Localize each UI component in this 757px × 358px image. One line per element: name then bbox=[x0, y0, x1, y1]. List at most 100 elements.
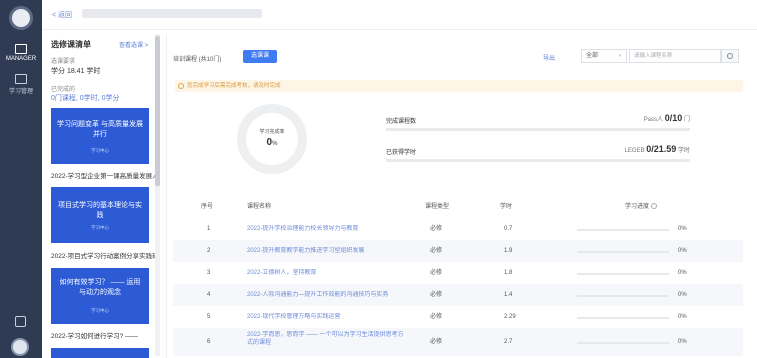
row-type: 必修 bbox=[430, 248, 443, 254]
course-card-sub: 学习中心 bbox=[91, 308, 109, 313]
course-card[interactable]: 项目式学习的基本理论与实践 学习中心 bbox=[51, 187, 149, 243]
course-count: 培训课程 (共10门) bbox=[173, 57, 222, 63]
back-link[interactable]: < 返回 bbox=[52, 10, 72, 20]
course-name-link[interactable]: 2022-人际沟通能力—提升工作效能的沟通技巧与实务 bbox=[247, 291, 407, 299]
nav-item-label: MANAGER bbox=[5, 56, 37, 62]
course-panel-title: 选修课清单 bbox=[51, 40, 91, 49]
row-type: 必修 bbox=[430, 314, 443, 320]
scrollbar-thumb[interactable] bbox=[155, 36, 160, 186]
flag-icon bbox=[15, 74, 27, 84]
nav-item-label: 学习管理 bbox=[8, 89, 33, 95]
course-card-sub: 学习中心 bbox=[91, 148, 109, 153]
row-no: 4 bbox=[207, 292, 211, 298]
required-hours: 学分 18.41 学时 bbox=[51, 68, 101, 75]
course-card-caption[interactable]: 2022-学习如何进行学习? —— bbox=[51, 330, 155, 340]
completion-ring-label: 学习完成率 bbox=[259, 129, 285, 135]
table-row: 1 2022-提升学校治理能力校长领导力与教育 必修 0.7 0% bbox=[173, 218, 743, 240]
column-header-no: 序号 bbox=[201, 204, 214, 210]
column-header-progress: 学习进度 bbox=[625, 201, 658, 210]
row-progress: 0% bbox=[678, 314, 687, 320]
row-progress-bar bbox=[577, 229, 669, 231]
filter-select-value: 全部 bbox=[586, 53, 599, 59]
stat-label: 已获得学时 bbox=[386, 150, 417, 156]
row-no: 5 bbox=[207, 314, 211, 320]
notice-banner: 您完成学习后需完成考核，请及时完成 bbox=[175, 80, 743, 92]
row-progress: 0% bbox=[678, 339, 687, 345]
filter-select[interactable]: 全部 › bbox=[581, 49, 627, 63]
table-row: 2 2022-提升教育教学能力推进学习型组织发展 必修 1.9 0% bbox=[173, 240, 743, 262]
course-name-link[interactable]: 2022-现代学校管理方略与实践运营 bbox=[247, 313, 407, 321]
row-progress-bar bbox=[577, 317, 669, 319]
course-name-link[interactable]: 2022-学而思，思而学 —— 一个可以为学习生活提供思考方式的课程 bbox=[247, 331, 407, 349]
completion-ring-value: 0% bbox=[266, 137, 278, 148]
course-card-caption[interactable]: 2022-学习型企业第一课高质量发展人... bbox=[51, 170, 155, 180]
chevron-right-icon: › bbox=[619, 53, 621, 59]
row-progress: 0% bbox=[678, 248, 687, 254]
course-name-link[interactable]: 2022-立德树人，坚持教育 bbox=[247, 269, 407, 277]
table-row: 5 2022-现代学校管理方略与实践运营 必修 2.29 0% bbox=[173, 306, 743, 328]
flag-icon bbox=[15, 44, 27, 54]
row-hours: 2.29 bbox=[504, 314, 516, 320]
row-type: 必修 bbox=[430, 292, 443, 298]
avatar[interactable] bbox=[11, 338, 29, 356]
row-type: 必修 bbox=[430, 339, 443, 345]
table-row: 4 2022-人际沟通能力—提升工作效能的沟通技巧与实务 必修 1.4 0% bbox=[173, 284, 743, 306]
row-no: 6 bbox=[207, 339, 211, 345]
select-course-button[interactable]: 选课课 bbox=[243, 50, 277, 63]
column-header-name: 课程名称 bbox=[247, 204, 272, 210]
row-no: 1 bbox=[207, 226, 211, 232]
row-hours: 2.7 bbox=[504, 339, 513, 345]
row-hours: 0.7 bbox=[504, 226, 513, 232]
column-header-type: 课程类型 bbox=[425, 204, 450, 210]
help-icon[interactable] bbox=[651, 203, 658, 210]
row-progress: 0% bbox=[678, 226, 687, 232]
stat-progress-bar bbox=[386, 128, 690, 131]
course-card[interactable]: 学习问题变革 与高质量发展并行 学习中心 bbox=[51, 108, 149, 164]
row-progress: 0% bbox=[678, 292, 687, 298]
course-panel: 选修课清单 查看选课 > 选课要求 学分 18.41 学时 已完成的 0门课程,… bbox=[47, 34, 159, 358]
course-card[interactable]: 如何有效学习？ —— 运用与动力的观念 学习中心 bbox=[51, 268, 149, 324]
nav-rail: MANAGER 学习管理 bbox=[0, 0, 42, 358]
course-name-link[interactable]: 2022-提升学校治理能力校长领导力与教育 bbox=[247, 225, 407, 233]
breadcrumb-current bbox=[82, 9, 262, 18]
stat-value: Pass人 0/10 门 bbox=[643, 113, 690, 123]
nav-item-manager[interactable]: MANAGER bbox=[0, 44, 42, 62]
column-header-hours: 学时 bbox=[500, 204, 513, 210]
row-progress-bar bbox=[577, 273, 669, 275]
stat-progress-bar bbox=[386, 159, 690, 162]
row-progress-bar bbox=[577, 295, 669, 297]
course-card-caption[interactable]: 2022-项目式学习行动案例分享实践研讨 bbox=[51, 250, 155, 260]
row-type: 必修 bbox=[430, 226, 443, 232]
row-progress-bar bbox=[577, 251, 669, 253]
course-card-title: 项目式学习的基本理论与实践 bbox=[58, 202, 142, 219]
breadcrumb: < 返回 bbox=[42, 0, 757, 30]
course-name-link[interactable]: 2022-提升教育教学能力推进学习型组织发展 bbox=[247, 247, 407, 255]
course-card-title: 如何有效学习？ —— 运用与动力的观念 bbox=[59, 279, 141, 296]
row-type: 必修 bbox=[430, 270, 443, 276]
export-link[interactable]: 导出 bbox=[543, 53, 555, 62]
completed-summary: 0门课程, 0学时, 0学分 bbox=[51, 95, 120, 102]
row-hours: 1.4 bbox=[504, 292, 513, 298]
row-no: 2 bbox=[207, 248, 211, 254]
table-row: 6 2022-学而思，思而学 —— 一个可以为学习生活提供思考方式的课程 必修 … bbox=[173, 328, 743, 356]
search-button[interactable] bbox=[721, 49, 739, 63]
row-progress-bar bbox=[577, 342, 669, 344]
requirement-label: 选课要求 bbox=[51, 59, 76, 65]
row-hours: 1.9 bbox=[504, 248, 513, 254]
logout-icon[interactable] bbox=[15, 316, 26, 327]
search-input[interactable]: 请输入课程名称 bbox=[629, 49, 721, 63]
main-panel: 培训课程 (共10门) 选课课 导出 全部 › 请输入课程名称 您完成学习后需完… bbox=[166, 34, 746, 358]
stat-label: 完成课程数 bbox=[386, 119, 417, 125]
view-courses-link[interactable]: 查看选课 > bbox=[119, 40, 148, 49]
course-card[interactable] bbox=[51, 348, 149, 358]
info-icon bbox=[178, 83, 184, 89]
row-no: 3 bbox=[207, 270, 211, 276]
notice-text: 您完成学习后需完成考核，请及时完成 bbox=[187, 83, 281, 89]
completed-label: 已完成的 bbox=[51, 87, 76, 93]
table-row: 3 2022-立德树人，坚持教育 必修 1.8 0% bbox=[173, 262, 743, 284]
app-logo[interactable] bbox=[9, 6, 33, 30]
course-card-sub: 学习中心 bbox=[91, 225, 109, 230]
search-icon bbox=[727, 53, 733, 59]
row-hours: 1.8 bbox=[504, 270, 513, 276]
nav-item-learning[interactable]: 学习管理 bbox=[0, 74, 42, 95]
